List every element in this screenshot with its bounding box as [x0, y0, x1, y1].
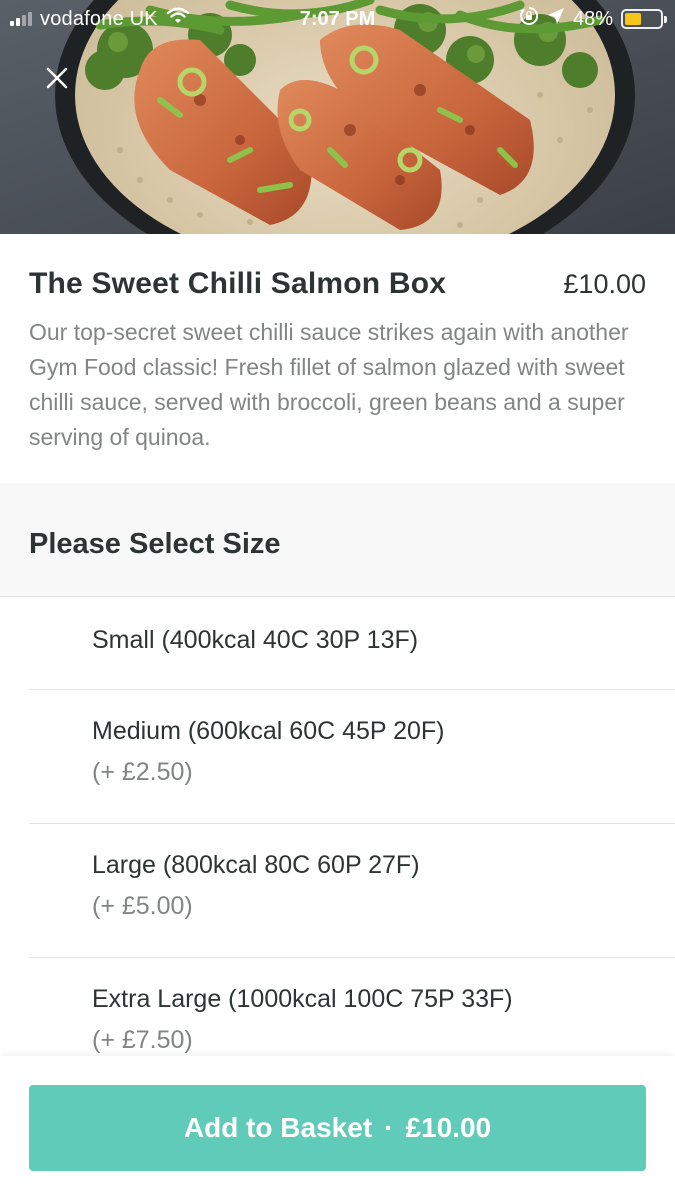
add-to-basket-label: Add to Basket [183, 1112, 373, 1143]
size-option-small[interactable]: Small (400kcal 40C 30P 13F) [29, 597, 675, 690]
size-option-name: Small (400kcal 40C 30P 13F) [92, 626, 419, 654]
size-options-list: Small (400kcal 40C 30P 13F) Medium (600k… [0, 597, 675, 1098]
battery-icon [621, 9, 667, 29]
separator-dot: · [384, 1112, 394, 1143]
size-section-header: Please Select Size [0, 483, 675, 597]
status-bar: vodafone UK 7:07 PM 48% [0, 0, 675, 40]
product-detail-screen: vodafone UK 7:07 PM 48% The Sweet Chilli… [0, 0, 675, 1200]
title-row: The Sweet Chilli Salmon Box £10.00 [29, 267, 646, 301]
size-option-large[interactable]: Large (800kcal 80C 60P 27F) (+ £5.00) [29, 824, 675, 958]
battery-percentage: 48% [572, 7, 613, 30]
close-button[interactable] [36, 57, 78, 99]
battery-level [625, 13, 642, 25]
orientation-lock-icon [519, 6, 539, 32]
size-section-title: Please Select Size [29, 528, 281, 560]
basket-price: £10.00 [405, 1112, 492, 1143]
size-option-name: Medium (600kcal 60C 45P 20F) [92, 717, 445, 745]
size-option-name: Large (800kcal 80C 60P 27F) [92, 851, 420, 879]
size-option-name: Extra Large (1000kcal 100C 75P 33F) [92, 985, 513, 1013]
product-info: The Sweet Chilli Salmon Box £10.00 Our t… [0, 234, 675, 455]
add-to-basket-button[interactable]: Add to Basket · £10.00 [29, 1085, 646, 1171]
size-option-extra-price: (+ £2.50) [92, 758, 193, 786]
close-icon [46, 67, 68, 89]
size-option-extra-price: (+ £5.00) [92, 892, 193, 920]
size-option-medium[interactable]: Medium (600kcal 60C 45P 20F) (+ £2.50) [29, 690, 675, 824]
product-price: £10.00 [563, 269, 646, 299]
product-description: Our top-secret sweet chilli sauce strike… [29, 319, 629, 450]
product-title: The Sweet Chilli Salmon Box [29, 267, 447, 300]
bottom-bar: Add to Basket · £10.00 [0, 1056, 675, 1200]
status-right: 48% [519, 6, 667, 32]
size-option-extra-price: (+ £7.50) [92, 1026, 193, 1054]
location-arrow-icon [547, 7, 565, 31]
